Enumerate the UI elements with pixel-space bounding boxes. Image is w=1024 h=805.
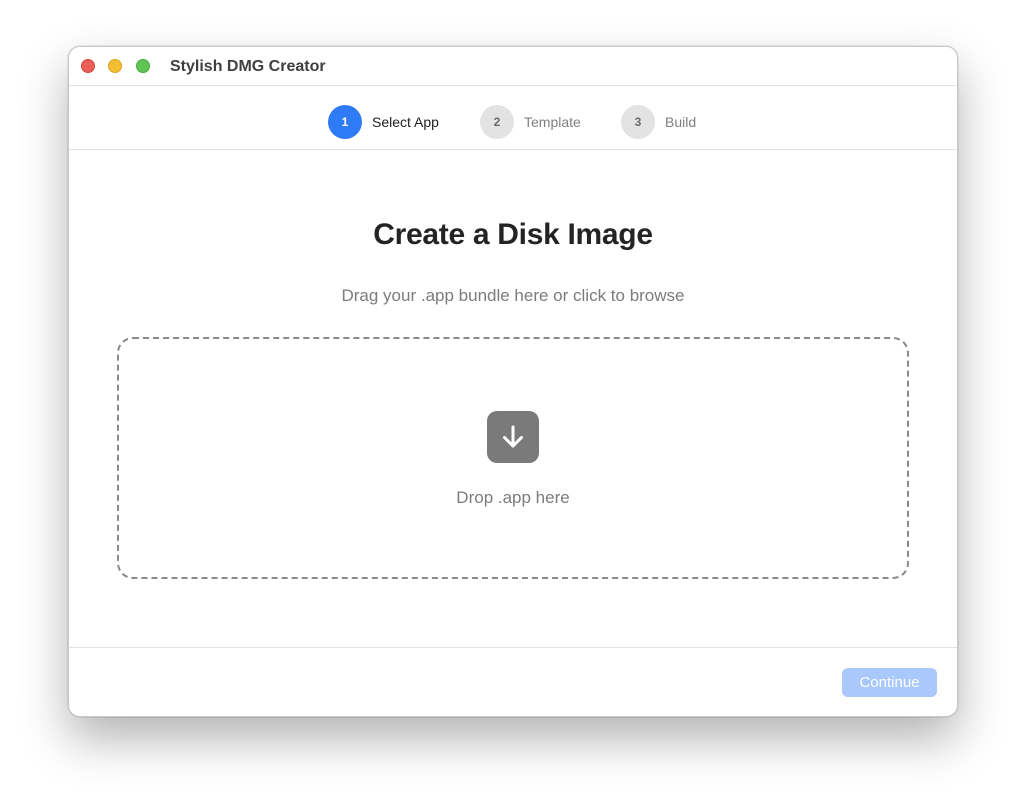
arrow-down-glyph xyxy=(503,425,523,448)
step-template: 2 Template xyxy=(480,105,581,139)
step-number-badge: 3 xyxy=(621,105,655,139)
step-label: Template xyxy=(524,114,581,130)
page-title: Create a Disk Image xyxy=(373,218,653,251)
drop-zone-label: Drop .app here xyxy=(456,488,570,507)
step-number-badge: 1 xyxy=(328,105,362,139)
page-subtitle: Drag your .app bundle here or click to b… xyxy=(341,286,685,305)
step-label: Select App xyxy=(372,114,439,130)
close-window-button[interactable] xyxy=(81,59,95,73)
title-bar[interactable]: Stylish DMG Creator xyxy=(69,47,957,86)
continue-button[interactable]: Continue xyxy=(842,668,937,697)
step-label: Build xyxy=(665,114,697,130)
minimize-window-button[interactable] xyxy=(108,59,122,73)
download-arrow-icon xyxy=(487,411,539,463)
app-window: Stylish DMG Creator 1 Select App 2 Templ… xyxy=(68,46,958,717)
window-title: Stylish DMG Creator xyxy=(170,58,326,75)
footer-bar: Continue xyxy=(69,647,957,716)
step-number-badge: 2 xyxy=(480,105,514,139)
step-select-app: 1 Select App xyxy=(328,105,439,139)
step-build: 3 Build xyxy=(621,105,696,139)
app-drop-zone[interactable]: Drop .app here xyxy=(117,337,909,579)
step-indicator: 1 Select App 2 Template 3 Build xyxy=(69,86,957,150)
zoom-window-button[interactable] xyxy=(136,59,150,73)
